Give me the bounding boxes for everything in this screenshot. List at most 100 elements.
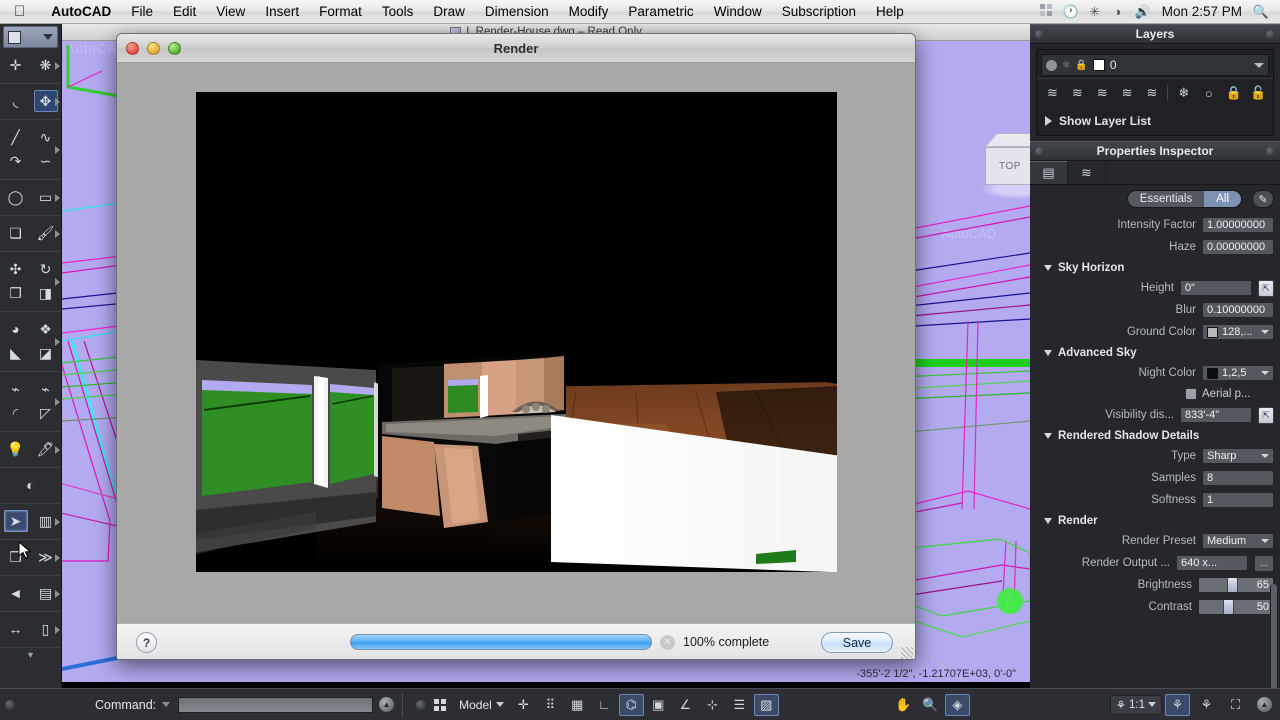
multiple-points-icon[interactable]: ❋ [34, 54, 58, 76]
layer-freeze-icon[interactable]: ❄ [1172, 82, 1195, 104]
annotation-visibility-icon[interactable]: ⚘ [1116, 698, 1126, 712]
slice-icon[interactable]: ◣ [4, 342, 28, 364]
linear-dimension-icon[interactable]: ↔ [4, 618, 28, 640]
menu-draw[interactable]: Draw [423, 4, 475, 19]
wifi-icon[interactable]: ◗ [1108, 4, 1130, 19]
menu-view[interactable]: View [206, 4, 255, 19]
move-icon[interactable]: ✣ [4, 258, 28, 280]
layer-state-manager-icon[interactable]: ≋ [1066, 82, 1089, 104]
property-field[interactable]: 0" [1180, 280, 1252, 296]
chevron-down-icon[interactable] [1044, 518, 1052, 524]
line-icon[interactable]: ╱ [4, 126, 28, 148]
chevron-down-icon[interactable] [1148, 702, 1156, 707]
annotation-scale-control[interactable]: ⚘ 1:1 [1109, 694, 1162, 715]
eyedropper-icon[interactable]: ✎ [1252, 190, 1274, 208]
bluetooth-icon[interactable]: ✳ [1084, 4, 1106, 20]
fullscreen-icon[interactable]: ⛶ [1223, 694, 1248, 716]
flyout-arrow-icon[interactable] [55, 589, 60, 598]
flyout-arrow-icon[interactable] [55, 517, 60, 526]
paint-brush-icon[interactable]: 🖌 [34, 222, 58, 244]
light-icon[interactable]: 💡 [4, 438, 28, 460]
layer-color-swatch[interactable] [1092, 59, 1105, 71]
status-bar-right[interactable]: ⚘ 1:1 ⚘ ⚘ ⛶ ▲ [1104, 693, 1280, 716]
search-icon[interactable]: 🔍 [1250, 4, 1272, 20]
menu-window[interactable]: Window [704, 4, 772, 19]
mac-menubar[interactable]:  AutoCADFileEditViewInsertFormatToolsDr… [0, 0, 1280, 24]
layer-match-icon[interactable]: ≋ [1141, 82, 1164, 104]
chevron-down-icon[interactable] [162, 702, 171, 707]
menubar-status-area[interactable]: 🕐 ✳ ◗ 🔊 Mon 2:57 PM 🔍 [1036, 3, 1280, 20]
layer-lock-icon[interactable]: 🔒 [1222, 82, 1245, 104]
union-icon[interactable]: ◕ [4, 318, 28, 340]
layer-off-icon[interactable]: ○ [1197, 82, 1220, 104]
menu-modify[interactable]: Modify [559, 4, 619, 19]
chevron-down-icon[interactable] [1044, 433, 1052, 439]
3d-box-icon[interactable]: ❏ [4, 222, 28, 244]
render-environment-icon[interactable]: ◐ [19, 474, 43, 496]
zoom-icon[interactable]: 🔍 [918, 694, 943, 716]
render-dialog[interactable]: Render ? ✕ 100% complete Save [116, 33, 916, 660]
help-button[interactable]: ? [136, 632, 157, 653]
trim-icon[interactable]: ⌁ [4, 378, 28, 400]
window-controls[interactable] [126, 41, 181, 55]
flyout-arrow-icon[interactable] [55, 397, 60, 406]
filter-all[interactable]: All [1204, 191, 1241, 207]
object-snap-toggle[interactable]: ▣ [646, 694, 671, 716]
menubar-clock[interactable]: Mon 2:57 PM [1156, 4, 1248, 19]
flyout-arrow-icon[interactable] [55, 145, 60, 154]
layer-lock-icon[interactable]: 🔒 [1075, 60, 1087, 71]
chevron-down-icon[interactable] [1044, 350, 1052, 356]
block-insert-icon[interactable]: ✥ [33, 90, 58, 112]
show-layer-list-toggle[interactable]: Show Layer List [1037, 108, 1273, 135]
rendered-image[interactable] [195, 92, 837, 572]
select-pointer-icon[interactable]: ➤ [3, 510, 28, 532]
menu-dimension[interactable]: Dimension [475, 4, 559, 19]
render-window-icon[interactable]: ▥ [34, 510, 58, 532]
flyout-arrow-icon[interactable] [55, 61, 60, 70]
resize-grip[interactable] [901, 647, 913, 659]
menu-tools[interactable]: Tools [372, 4, 424, 19]
menu-format[interactable]: Format [309, 4, 372, 19]
color-swatch[interactable] [1207, 367, 1218, 379]
property-field[interactable]: 8 [1202, 470, 1274, 486]
animation-icon[interactable]: ≫ [34, 546, 58, 568]
checkbox[interactable] [1185, 388, 1197, 400]
layer-tools-row[interactable]: ≋ ≋ ≋ ≋ ≋ ❄ ○ 🔒 🔓 [1037, 78, 1273, 108]
flyout-arrow-icon[interactable] [55, 337, 60, 346]
status-menu-icon[interactable]: ▲ [1257, 697, 1272, 712]
property-slider[interactable]: 50 [1198, 599, 1274, 615]
extend-icon[interactable]: ⌁ [34, 378, 58, 400]
view-manager-icon[interactable]: ▤ [34, 582, 58, 604]
time-machine-icon[interactable]: 🕐 [1060, 4, 1082, 20]
viewcube-top-face[interactable] [984, 133, 1030, 147]
mirror-icon[interactable]: ◨ [34, 282, 58, 304]
color-swatch[interactable] [1207, 326, 1218, 338]
flyout-arrow-icon[interactable] [55, 277, 60, 286]
command-bar-grip[interactable] [5, 699, 15, 710]
properties-filter-segmented[interactable]: Essentials All [1126, 190, 1242, 208]
extrude-icon[interactable]: ◪ [34, 342, 58, 364]
command-status-bar[interactable]: Command: ▲ Model ✛ ⠿ ▦ ∟ ⌬ ▣ ∠ ⊹ ☰ ▨ ✋ 🔍 ◈ ⚘ 1:1 ⚘ … [0, 688, 1280, 720]
chevron-down-icon[interactable] [1261, 539, 1269, 543]
menu-autocad[interactable]: AutoCAD [41, 4, 121, 19]
status-bar-grip[interactable] [416, 699, 427, 710]
pick-point-button[interactable]: ⇱ [1258, 406, 1274, 424]
property-field[interactable]: 640 x... [1176, 555, 1248, 571]
menu-edit[interactable]: Edit [163, 4, 206, 19]
dynamic-ucs-toggle[interactable]: ⊹ [700, 694, 725, 716]
chevron-down-icon[interactable] [1261, 454, 1269, 458]
rotate-icon[interactable]: ↻ [34, 258, 58, 280]
polyline-icon[interactable]: ∿ [34, 126, 58, 148]
close-button[interactable] [126, 41, 139, 55]
property-field[interactable]: 128,... [1202, 324, 1274, 340]
filter-essentials[interactable]: Essentials [1127, 191, 1205, 207]
material-attach-icon[interactable]: 🖊 [34, 438, 58, 460]
volume-icon[interactable]: 🔊 [1132, 4, 1154, 20]
polar-tracking-toggle[interactable]: ⌬ [618, 693, 644, 716]
zoom-button[interactable] [168, 41, 181, 55]
flyout-arrow-icon[interactable] [55, 445, 60, 454]
tool-palette-header[interactable] [3, 26, 58, 48]
menu-file[interactable]: File [121, 4, 163, 19]
arc-icon[interactable]: ↷ [4, 150, 28, 172]
spline-icon[interactable]: ∽ [34, 150, 58, 172]
